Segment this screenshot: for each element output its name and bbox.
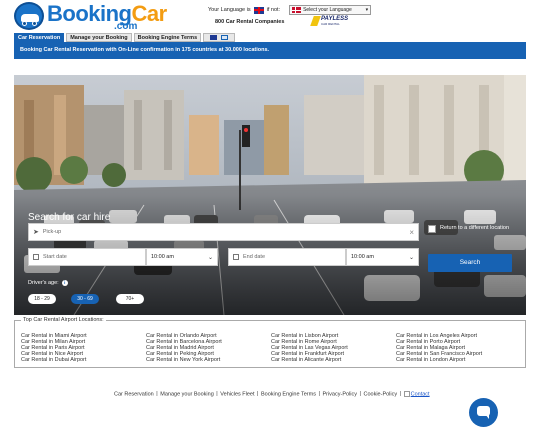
tab-booking-engine-terms[interactable]: Booking Engine Terms: [133, 33, 202, 42]
footer-link-car-reservation[interactable]: Car Reservation: [114, 391, 154, 397]
location-arrow-icon: ➤: [33, 229, 39, 236]
language-select[interactable]: Select your Language ▾: [289, 5, 372, 15]
location-link[interactable]: Car Rental in Dubai Airport: [21, 357, 87, 363]
danish-flag-icon: [292, 7, 302, 13]
footer-links: Car Reservation | Manage your Booking | …: [114, 391, 430, 398]
chevron-down-icon: ⌄: [207, 254, 213, 261]
locations-column-3: Car Rental in Lisbon Airport Car Rental …: [271, 333, 348, 363]
info-icon[interactable]: i: [61, 280, 68, 286]
payless-logo: PAYLESS CAR RENTAL: [310, 16, 348, 27]
footer-link-booking-engine-terms[interactable]: Booking Engine Terms: [261, 391, 316, 397]
return-different-location-label: Return to a different location: [440, 225, 509, 231]
footer-link-manage-booking[interactable]: Manage your Booking: [160, 391, 214, 397]
tab-manage-booking[interactable]: Manage your Booking: [66, 33, 132, 42]
pickup-placeholder: Pick-up: [42, 229, 62, 235]
footer-link-contact[interactable]: Contact: [411, 391, 430, 397]
drivers-age-label: Driver's age: i: [28, 280, 68, 286]
footer-link-privacy-policy[interactable]: Privacy-Policy: [322, 391, 357, 397]
chevron-down-icon: ▾: [365, 7, 369, 13]
brand-name: BookingCar: [47, 1, 167, 26]
return-different-location-checkbox[interactable]: [428, 225, 436, 233]
chevron-down-icon: ⌄: [408, 254, 414, 261]
footer-link-cookie-policy[interactable]: Cookie-Policy: [364, 391, 398, 397]
uk-flag-icon: [253, 6, 264, 14]
age-option-70-plus[interactable]: 70+: [116, 294, 144, 304]
start-time-select[interactable]: 10:00 am ⌄: [146, 248, 218, 266]
info-banner: Booking Car Rental Reservation with On-L…: [14, 42, 526, 59]
top-locations-panel: Top Car Rental Airport Locations: Car Re…: [14, 317, 526, 368]
calendar-icon: [33, 254, 39, 260]
main-tabs: Car Reservation Manage your Booking Book…: [14, 33, 236, 42]
pickup-input[interactable]: ➤ Pick-up ×: [28, 223, 419, 241]
age-option-18-29[interactable]: 18 - 29: [28, 294, 56, 304]
footer-link-vehicles-fleet[interactable]: Vehicles Fleet: [220, 391, 254, 397]
end-time-value: 10:00 am: [351, 254, 374, 260]
language-select-label: Select your Language: [303, 7, 352, 13]
hero-image: [14, 75, 526, 315]
mail-icon[interactable]: [221, 35, 229, 40]
end-date-placeholder: End date: [243, 254, 266, 260]
chat-button[interactable]: [469, 398, 498, 427]
tab-car-reservation[interactable]: Car Reservation: [14, 33, 65, 42]
location-link[interactable]: Car Rental in London Airport: [396, 357, 482, 363]
broken-image-icon: [403, 391, 410, 397]
start-date-input[interactable]: Start date: [28, 248, 146, 266]
car-logo-icon: [14, 2, 44, 30]
search-button[interactable]: Search: [428, 254, 512, 272]
location-link[interactable]: Car Rental in Alicante Airport: [271, 357, 348, 363]
location-link[interactable]: Car Rental in New York Airport: [146, 357, 222, 363]
street-photo: [14, 75, 526, 315]
start-time-value: 10:00 am: [151, 254, 174, 260]
top-locations-legend: Top Car Rental Airport Locations:: [21, 317, 106, 323]
end-date-input[interactable]: End date: [228, 248, 346, 266]
flag-icon[interactable]: [210, 35, 218, 40]
language-if-not: if not:: [266, 7, 281, 13]
start-date-placeholder: Start date: [43, 254, 67, 260]
brand-tld: .com: [114, 21, 138, 32]
language-prompt: Your Language is: [208, 7, 251, 13]
booking-car-logo[interactable]: BookingCar .com: [14, 2, 167, 32]
locations-column-2: Car Rental in Orlando Airport Car Rental…: [146, 333, 222, 363]
language-bar: Your Language is if not: Select your Lan…: [208, 5, 372, 15]
clear-icon[interactable]: ×: [409, 228, 414, 237]
locations-column-4: Car Rental in Los Angeles Airport Car Re…: [396, 333, 482, 363]
calendar-icon: [233, 254, 239, 260]
search-title: Search for car hire: [28, 212, 111, 223]
locations-column-1: Car Rental in Miami Airport Car Rental i…: [21, 333, 87, 363]
tab-icons[interactable]: [203, 33, 236, 42]
end-time-select[interactable]: 10:00 am ⌄: [346, 248, 419, 266]
companies-count: 800 Car Rental Companies: [215, 19, 285, 25]
age-option-30-69[interactable]: 30 - 69: [71, 294, 99, 304]
